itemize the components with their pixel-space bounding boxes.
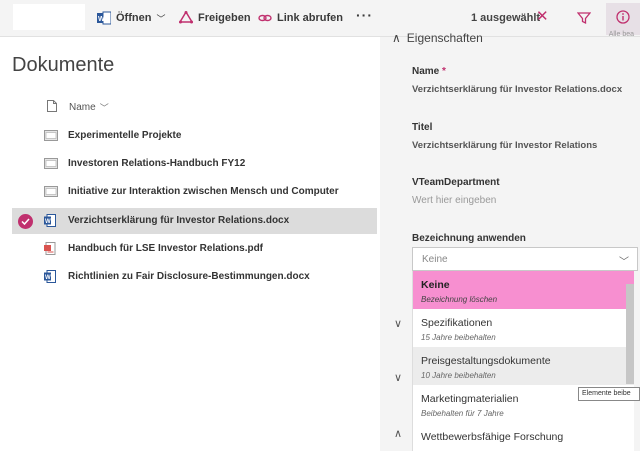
dropdown-option[interactable]: Keine Bezeichnung löschen — [413, 271, 634, 309]
list-item[interactable]: Investoren Relations-Handbuch FY12 — [12, 151, 377, 177]
list-item[interactable]: W Richtlinien zu Fair Disclosure-Bestimm… — [12, 264, 377, 290]
dropdown-scrollbar[interactable] — [626, 284, 634, 384]
required-marker: * — [442, 66, 446, 77]
word-icon: W — [44, 270, 56, 286]
vteam-field-label: VTeamDepartment — [412, 177, 500, 188]
chevron-down-icon: ﹀ — [156, 13, 166, 24]
page-title: Dokumente — [12, 54, 115, 76]
list-item-selected[interactable]: W Verzichtserklärung für Investor Relati… — [12, 208, 377, 234]
clear-selection-icon[interactable]: ✕ — [536, 9, 549, 24]
chevron-down-icon[interactable]: ∨ — [394, 317, 402, 330]
title-field-value[interactable]: Verzichtserklärung für Investor Relation… — [412, 140, 597, 151]
word-icon: W — [44, 214, 56, 230]
option-subtitle: 15 Jahre beibehalten — [421, 333, 496, 342]
list-item-name: Investoren Relations-Handbuch FY12 — [68, 158, 246, 169]
retention-label-select[interactable]: Keine ﹀ — [412, 247, 638, 271]
list-item-name: Initiative zur Interaktion zwischen Mens… — [68, 186, 339, 197]
apply-label-field-label: Bezeichnung anwenden — [412, 233, 526, 244]
chevron-up-icon[interactable]: ∧ — [394, 427, 402, 440]
get-link-button[interactable]: Link abrufen — [258, 11, 343, 25]
name-field-label: Name * — [412, 66, 446, 77]
option-title: Keine — [421, 279, 450, 291]
option-title: Wettbewerbsfähige Forschung — [421, 431, 564, 443]
get-link-label: Link abrufen — [277, 12, 344, 24]
option-subtitle: Bezeichnung löschen — [421, 295, 498, 304]
pdf-icon — [44, 242, 56, 258]
open-label: Öffnen — [116, 12, 152, 24]
folder-icon — [44, 129, 58, 144]
properties-section-header[interactable]: ∧ Eigenschaften — [392, 31, 483, 45]
word-icon: W — [97, 11, 111, 25]
name-label-text: Name — [412, 66, 440, 77]
vteam-field-input[interactable]: Wert hier eingeben — [412, 195, 496, 206]
open-button[interactable]: W Öffnen ﹀ — [97, 11, 165, 25]
share-label: Freigeben — [198, 12, 251, 24]
title-field-label: Titel — [412, 122, 433, 133]
option-title: Spezifikationen — [421, 317, 493, 329]
list-item-name: Verzichtserklärung für Investor Relation… — [68, 215, 290, 226]
list-item[interactable]: Experimentelle Projekte — [12, 123, 377, 149]
svg-text:W: W — [45, 275, 51, 281]
name-column-label: Name — [69, 102, 96, 113]
more-actions-button[interactable]: ··· — [356, 7, 373, 23]
command-bar: W Öffnen ﹀ Freigeben Link abrufen ··· 1 … — [0, 0, 640, 37]
edit-all-link[interactable]: Alle bea — [609, 31, 634, 38]
list-item-name: Experimentelle Projekte — [68, 130, 182, 141]
chevron-down-icon: ﹀ — [99, 103, 109, 113]
name-field-value[interactable]: Verzichtserklärung für Investor Relation… — [412, 84, 622, 95]
tooltip: Elemente beibe — [578, 387, 640, 401]
chevron-down-icon: ﹀ — [619, 257, 629, 268]
option-title: Marketingmaterialien — [421, 393, 519, 405]
svg-text:W: W — [98, 16, 105, 23]
list-item-name: Richtlinien zu Fair Disclosure-Bestimmun… — [68, 271, 310, 282]
list-item[interactable]: Initiative zur Interaktion zwischen Mens… — [12, 179, 377, 205]
option-subtitle: Beibehalten für 7 Jahre — [421, 409, 504, 418]
svg-text:W: W — [45, 219, 51, 225]
document-list-pane: Dokumente Name ﹀ Experimentelle Projekte… — [0, 37, 380, 451]
name-column-header[interactable]: Name ﹀ — [47, 100, 109, 115]
folder-icon — [44, 157, 58, 172]
option-subtitle: 10 Jahre beibehalten — [421, 371, 496, 380]
link-icon — [258, 11, 272, 25]
dropdown-option[interactable]: Spezifikationen 15 Jahre beibehalten — [413, 309, 634, 347]
selected-count: 1 ausgewählt — [471, 12, 541, 24]
checkmark-icon[interactable] — [18, 214, 33, 229]
dropdown-option[interactable]: Wettbewerbsfähige Forschung — [413, 423, 634, 451]
filter-icon[interactable] — [576, 11, 592, 30]
option-title: Preisgestaltungsdokumente — [421, 355, 551, 367]
share-button[interactable]: Freigeben — [179, 11, 251, 25]
info-icon — [616, 9, 630, 29]
site-logo — [13, 4, 85, 30]
section-title: Eigenschaften — [406, 31, 483, 45]
retention-label-dropdown: Keine Bezeichnung löschen Spezifikatione… — [412, 271, 634, 451]
list-item[interactable]: Handbuch für LSE Investor Relations.pdf — [12, 236, 377, 262]
share-icon — [179, 11, 193, 25]
chevron-up-icon: ∧ — [392, 31, 401, 45]
folder-icon — [44, 185, 58, 200]
chevron-down-icon[interactable]: ∨ — [394, 371, 402, 384]
list-item-name: Handbuch für LSE Investor Relations.pdf — [68, 243, 264, 254]
file-type-icon — [47, 100, 57, 115]
retention-label-value: Keine — [422, 254, 448, 265]
dropdown-option[interactable]: Preisgestaltungsdokumente 10 Jahre beibe… — [413, 347, 634, 385]
